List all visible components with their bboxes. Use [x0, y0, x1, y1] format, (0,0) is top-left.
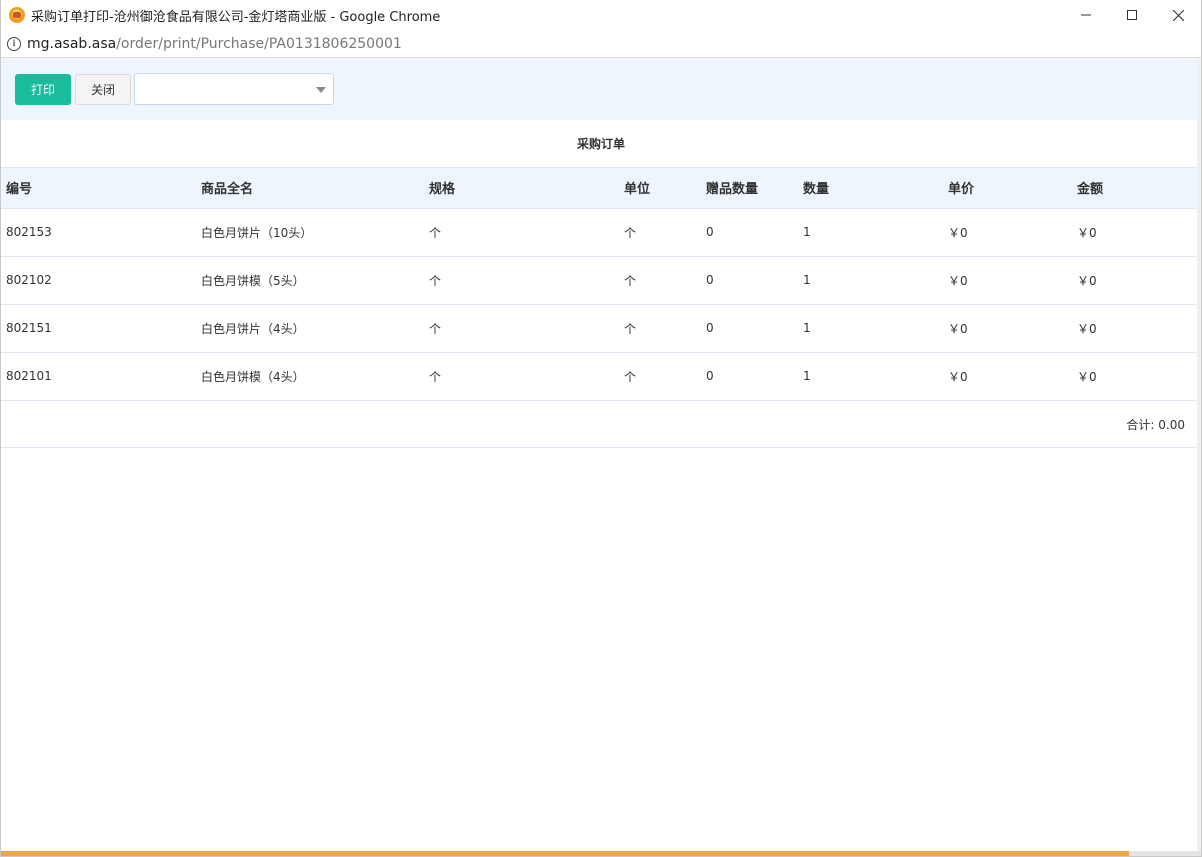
cell-unit: 个	[619, 303, 701, 352]
print-toolbar: 打印 关闭	[1, 58, 1201, 120]
chevron-down-icon	[316, 87, 326, 93]
table-row: 802151 白色月饼片（4头） 个 个 0 1 ￥0 ￥0	[1, 303, 1199, 352]
window-controls	[1063, 0, 1201, 30]
minimize-icon	[1081, 14, 1091, 16]
column-header-gift-qty: 赠品数量	[706, 182, 759, 198]
total-row: 合计: 0.00	[1, 400, 1199, 448]
url-path: /order/print/Purchase/PA0131806250001	[116, 35, 402, 52]
cell-qty: 1	[798, 207, 943, 256]
cell-spec: 个	[424, 207, 619, 256]
cell-name: 白色月饼片（10头）	[196, 207, 424, 256]
cell-amount: ￥0	[1072, 351, 1199, 400]
cell-price: ￥0	[943, 255, 1072, 304]
template-select[interactable]	[134, 73, 334, 105]
column-header-unit: 单位	[624, 182, 651, 198]
minimize-button[interactable]	[1063, 0, 1109, 30]
cell-amount: ￥0	[1072, 303, 1199, 352]
cell-code: 802101	[1, 351, 196, 400]
print-button[interactable]: 打印	[15, 73, 71, 105]
total-amount: 合计: 0.00	[1126, 417, 1185, 432]
address-bar[interactable]: i mg.asab.asa/order/print/Purchase/PA013…	[1, 30, 1201, 58]
cell-code: 802151	[1, 303, 196, 352]
table-header-row: 编号 商品全名 规格 单位 赠品数量 数量 单价 金额	[1, 168, 1199, 208]
cell-unit: 个	[619, 207, 701, 256]
cell-spec: 个	[424, 303, 619, 352]
browser-window: 采购订单打印-沧州御沧食品有限公司-金灯塔商业版 - Google Chrome…	[0, 0, 1202, 857]
column-header-price: 单价	[948, 182, 975, 198]
cell-gift-qty: 0	[701, 351, 798, 400]
cell-name: 白色月饼模（5头）	[196, 255, 424, 304]
maximize-icon	[1127, 10, 1137, 20]
cell-name: 白色月饼片（4头）	[196, 303, 424, 352]
cell-qty: 1	[798, 351, 943, 400]
order-table: 编号 商品全名 规格 单位 赠品数量 数量 单价 金额 802153 白色月饼片…	[1, 168, 1199, 400]
cell-qty: 1	[798, 303, 943, 352]
cell-amount: ￥0	[1072, 207, 1199, 256]
window-title: 采购订单打印-沧州御沧食品有限公司-金灯塔商业版 - Google Chrome	[31, 9, 441, 25]
cell-name: 白色月饼模（4头）	[196, 351, 424, 400]
column-header-qty: 数量	[803, 182, 830, 198]
document-title: 采购订单	[1, 120, 1201, 168]
close-button[interactable]: 关闭	[75, 73, 131, 105]
column-header-code: 编号	[6, 182, 33, 198]
close-icon	[1172, 9, 1184, 21]
cell-unit: 个	[619, 351, 701, 400]
load-progress-fill	[1, 851, 1129, 856]
cell-gift-qty: 0	[701, 255, 798, 304]
cell-code: 802153	[1, 207, 196, 256]
column-header-spec: 规格	[429, 182, 456, 198]
cell-spec: 个	[424, 351, 619, 400]
url-host: mg.asab.asa	[27, 35, 117, 52]
maximize-button[interactable]	[1109, 0, 1155, 30]
cell-price: ￥0	[943, 207, 1072, 256]
cell-price: ￥0	[943, 351, 1072, 400]
table-row: 802102 白色月饼模（5头） 个 个 0 1 ￥0 ￥0	[1, 255, 1199, 304]
cell-price: ￥0	[943, 303, 1072, 352]
url-text[interactable]: mg.asab.asa/order/print/Purchase/PA01318…	[27, 36, 402, 52]
cell-unit: 个	[619, 255, 701, 304]
load-progress-bar	[1, 851, 1201, 856]
close-window-button[interactable]	[1155, 0, 1201, 30]
column-header-name: 商品全名	[201, 182, 254, 198]
cell-spec: 个	[424, 255, 619, 304]
table-row: 802153 白色月饼片（10头） 个 个 0 1 ￥0 ￥0	[1, 207, 1199, 256]
vertical-scrollbar[interactable]	[1197, 58, 1201, 852]
cell-code: 802102	[1, 255, 196, 304]
cell-gift-qty: 0	[701, 207, 798, 256]
title-bar: 采购订单打印-沧州御沧食品有限公司-金灯塔商业版 - Google Chrome	[1, 0, 1201, 30]
table-row: 802101 白色月饼模（4头） 个 个 0 1 ￥0 ￥0	[1, 351, 1199, 400]
info-icon[interactable]: i	[7, 36, 21, 51]
column-header-amount: 金额	[1077, 182, 1104, 198]
chrome-app-icon	[9, 7, 25, 23]
cell-gift-qty: 0	[701, 303, 798, 352]
cell-qty: 1	[798, 255, 943, 304]
cell-amount: ￥0	[1072, 255, 1199, 304]
